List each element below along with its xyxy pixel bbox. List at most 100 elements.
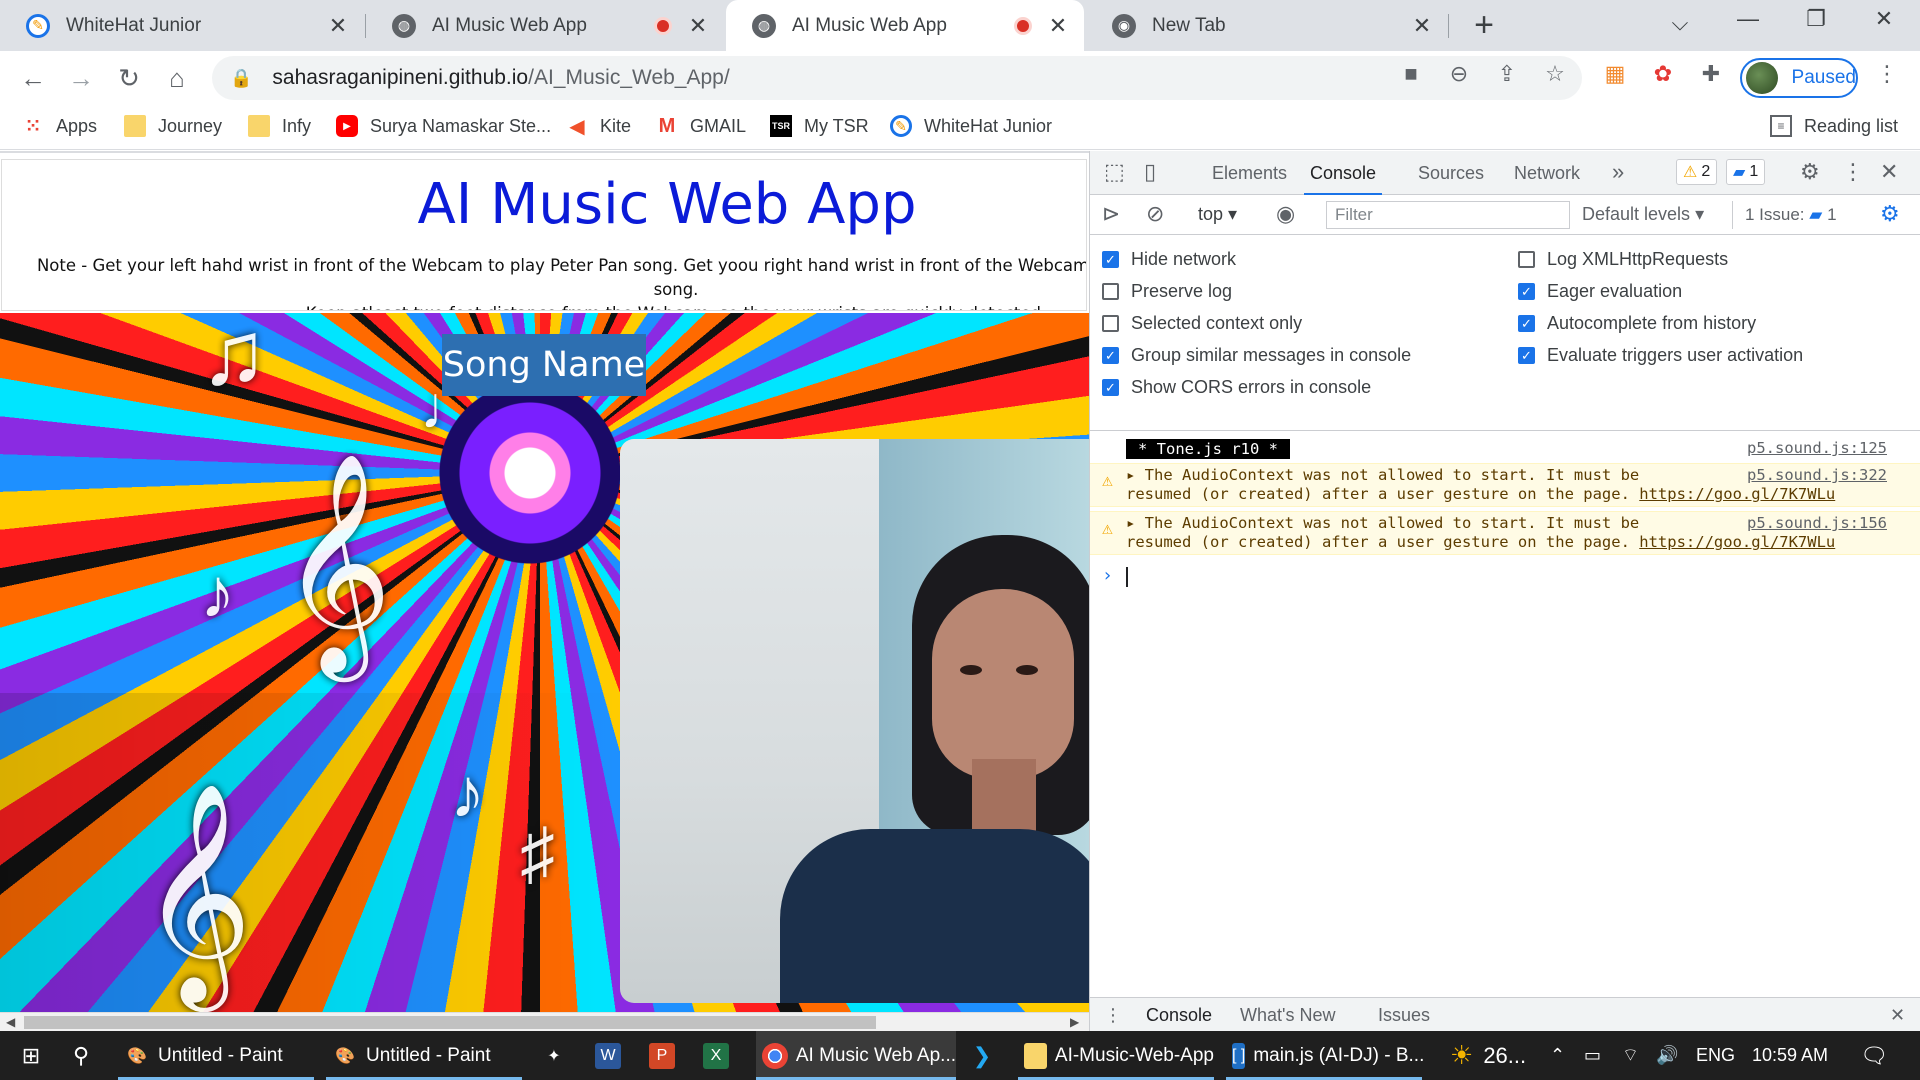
share-icon[interactable]: ⇪ — [1492, 61, 1522, 87]
taskbar-app[interactable]: ✦ — [534, 1031, 582, 1080]
source-link[interactable]: p5.sound.js:322 — [1747, 466, 1887, 484]
log-levels-dropdown[interactable]: Default levels ▾ — [1582, 204, 1704, 225]
horizontal-scrollbar[interactable]: ◀ ▶ — [0, 1012, 1089, 1031]
taskbar-powerpoint[interactable]: P — [642, 1031, 690, 1080]
selected-context-checkbox[interactable]: Selected context only — [1102, 313, 1302, 334]
checkbox-unchecked-icon[interactable] — [1102, 315, 1119, 332]
bookmark-surya-namaskar[interactable]: ▶ Surya Namaskar Ste... — [336, 115, 551, 137]
forward-button[interactable]: → — [64, 61, 98, 95]
volume-icon[interactable]: 🔊 — [1656, 1031, 1678, 1080]
taskbar-brackets[interactable]: [ ] main.js (AI-DJ) - B... — [1226, 1031, 1424, 1080]
drawer-tab-console[interactable]: Console — [1146, 998, 1212, 1032]
tab-search-icon[interactable]: ⌵ — [1660, 10, 1700, 36]
autocomplete-checkbox[interactable]: ✓ Autocomplete from history — [1518, 313, 1756, 334]
start-button[interactable]: ⊞ — [10, 1031, 60, 1080]
tab-new-tab[interactable]: ◉ New Tab ✕ — [1086, 0, 1448, 51]
notifications-icon[interactable]: 🗨 — [1860, 1031, 1888, 1080]
tab-ai-music-1[interactable]: ◍ AI Music Web App ✕ — [366, 0, 724, 51]
taskbar-explorer[interactable]: AI-Music-Web-App — [1018, 1031, 1214, 1080]
drawer-tab-whats-new[interactable]: What's New — [1240, 998, 1335, 1032]
search-button[interactable]: ⚲ — [60, 1031, 110, 1080]
tab-network[interactable]: Network — [1514, 151, 1580, 195]
extensions-puzzle-icon[interactable]: ✚ — [1696, 61, 1726, 87]
more-tabs-icon[interactable]: » — [1612, 159, 1624, 185]
extension-orange-icon[interactable]: ▦ — [1600, 61, 1630, 87]
tray-overflow-icon[interactable]: ⌃ — [1550, 1031, 1565, 1080]
battery-icon[interactable]: ▭ — [1584, 1031, 1601, 1080]
new-tab-button[interactable]: + — [1466, 8, 1502, 42]
checkbox-checked-icon[interactable]: ✓ — [1102, 347, 1119, 364]
menu-kebab-icon[interactable]: ⋮ — [1872, 61, 1902, 87]
warnings-badge[interactable]: ⚠ 2 — [1676, 159, 1718, 185]
address-bar[interactable]: 🔒 sahasraganipineni.github.io /AI_Music_… — [212, 56, 1582, 100]
window-close-button[interactable]: ✕ — [1864, 6, 1904, 32]
bookmark-star-icon[interactable]: ☆ — [1540, 61, 1570, 87]
profile-button[interactable]: Paused — [1740, 58, 1858, 98]
tab-elements[interactable]: Elements — [1212, 151, 1287, 195]
checkbox-checked-icon[interactable]: ✓ — [1102, 379, 1119, 396]
warning-text[interactable]: ▸ The AudioContext was not allowed to st… — [1126, 514, 1835, 552]
devtools-menu-icon[interactable]: ⋮ — [1842, 159, 1864, 185]
checkbox-unchecked-icon[interactable] — [1102, 283, 1119, 300]
bookmark-apps[interactable]: ⁙ Apps — [22, 115, 97, 137]
close-icon[interactable]: ✕ — [326, 13, 350, 39]
clear-console-icon[interactable]: ⊘ — [1146, 201, 1164, 227]
restore-button[interactable]: ❐ — [1796, 6, 1836, 32]
log-xhr-checkbox[interactable]: Log XMLHttpRequests — [1518, 249, 1728, 270]
zoom-icon[interactable]: ⊖ — [1444, 61, 1474, 87]
back-button[interactable]: ← — [16, 61, 50, 95]
scroll-left-icon[interactable]: ◀ — [6, 1013, 15, 1032]
checkbox-unchecked-icon[interactable] — [1518, 251, 1535, 268]
checkbox-checked-icon[interactable]: ✓ — [1518, 347, 1535, 364]
minimize-button[interactable]: — — [1728, 6, 1768, 32]
taskbar-chrome[interactable]: AI Music Web Ap... — [756, 1031, 956, 1080]
filter-input[interactable]: Filter — [1326, 201, 1570, 229]
bookmark-whitehat[interactable]: ✎ WhiteHat Junior — [890, 115, 1052, 137]
taskbar-paint-2[interactable]: 🎨 Untitled - Paint — [326, 1031, 522, 1080]
checkbox-checked-icon[interactable]: ✓ — [1102, 251, 1119, 268]
group-similar-checkbox[interactable]: ✓ Group similar messages in console — [1102, 345, 1411, 366]
sidebar-toggle-icon[interactable]: ⊳ — [1102, 201, 1120, 227]
bookmark-infy[interactable]: Infy — [248, 115, 311, 137]
bookmark-journey[interactable]: Journey — [124, 115, 222, 137]
warning-link[interactable]: https://goo.gl/7K7WLu — [1639, 533, 1835, 551]
bookmark-gmail[interactable]: M GMAIL — [656, 115, 746, 137]
close-icon[interactable]: ✕ — [1046, 13, 1070, 39]
checkbox-checked-icon[interactable]: ✓ — [1518, 315, 1535, 332]
close-icon[interactable]: ✕ — [686, 13, 710, 39]
camera-icon[interactable]: ■ — [1396, 61, 1426, 87]
taskbar-paint-1[interactable]: 🎨 Untitled - Paint — [118, 1031, 314, 1080]
clock[interactable]: 10:59 AM — [1752, 1031, 1828, 1080]
taskbar-vscode[interactable]: ❯ — [962, 1031, 1010, 1080]
cors-errors-checkbox[interactable]: ✓ Show CORS errors in console — [1102, 377, 1371, 398]
console-settings-gear-icon[interactable]: ⚙ — [1880, 201, 1900, 227]
issues-button[interactable]: 1 Issue: ▰ 1 — [1732, 201, 1837, 229]
evaluate-triggers-checkbox[interactable]: ✓ Evaluate triggers user activation — [1518, 345, 1803, 366]
weather-widget[interactable]: ☀ 26... — [1450, 1031, 1526, 1080]
home-button[interactable]: ⌂ — [160, 61, 194, 95]
eager-evaluation-checkbox[interactable]: ✓ Eager evaluation — [1518, 281, 1682, 302]
source-link[interactable]: p5.sound.js:125 — [1747, 439, 1887, 457]
tab-sources[interactable]: Sources — [1418, 151, 1484, 195]
close-devtools-icon[interactable]: ✕ — [1880, 159, 1898, 185]
close-icon[interactable]: ✕ — [1410, 13, 1434, 39]
settings-gear-icon[interactable]: ⚙ — [1800, 159, 1820, 185]
lock-icon[interactable]: 🔒 — [230, 68, 252, 89]
tab-console[interactable]: Console — [1304, 151, 1383, 195]
warning-text[interactable]: ▸ The AudioContext was not allowed to st… — [1126, 466, 1835, 504]
warning-link[interactable]: https://goo.gl/7K7WLu — [1639, 485, 1835, 503]
color-wheel-extension-icon[interactable]: ✿ — [1648, 61, 1678, 87]
messages-badge[interactable]: ▰ 1 — [1726, 159, 1766, 185]
taskbar-excel[interactable]: X — [696, 1031, 744, 1080]
scrollbar-thumb[interactable] — [24, 1016, 876, 1029]
bookmark-kite[interactable]: ◀ Kite — [566, 115, 631, 138]
reading-list-button[interactable]: ≡ Reading list — [1770, 115, 1898, 137]
console-input[interactable] — [1126, 567, 1128, 587]
live-expression-eye-icon[interactable]: ◉ — [1276, 201, 1295, 227]
inspect-element-icon[interactable]: ⬚ — [1104, 159, 1125, 185]
wifi-icon[interactable]: ⌔ — [1622, 1031, 1639, 1080]
tab-ai-music-2[interactable]: ◍ AI Music Web App ✕ — [726, 0, 1084, 51]
bookmark-my-tsr[interactable]: TSR My TSR — [770, 115, 869, 137]
drawer-tab-issues[interactable]: Issues — [1378, 998, 1430, 1032]
source-link[interactable]: p5.sound.js:156 — [1747, 514, 1887, 532]
